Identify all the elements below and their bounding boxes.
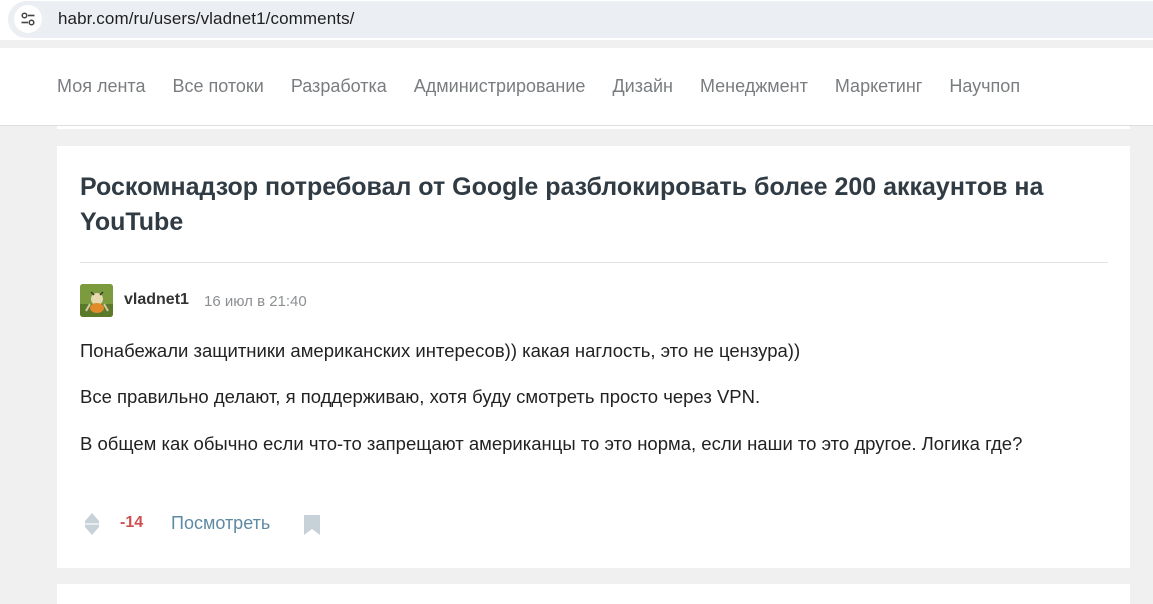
- comment-score: -14: [120, 514, 144, 531]
- nav-item-management[interactable]: Менеджмент: [700, 75, 808, 97]
- avatar[interactable]: [80, 284, 113, 317]
- comment-author[interactable]: vladnet1: [124, 291, 189, 309]
- view-comment-link[interactable]: Посмотреть: [171, 513, 270, 534]
- tune-icon[interactable]: [14, 5, 42, 33]
- divider: [80, 262, 1108, 263]
- nav-item-development[interactable]: Разработка: [291, 75, 387, 97]
- url-text[interactable]: habr.com/ru/users/vladnet1/comments/: [58, 9, 355, 29]
- article-title[interactable]: Роскомнадзор потребовал от Google разбло…: [80, 170, 1080, 240]
- comment-card: Роскомнадзор потребовал от Google разбло…: [57, 146, 1130, 568]
- browser-address-bar: habr.com/ru/users/vladnet1/comments/: [0, 0, 1153, 40]
- nav-item-design[interactable]: Дизайн: [612, 75, 673, 97]
- bookmark-icon[interactable]: [303, 514, 321, 541]
- comment-paragraph: Все правильно делают, я поддерживаю, хот…: [80, 386, 761, 407]
- next-card-edge: [57, 584, 1130, 604]
- nav-item-administration[interactable]: Администрирование: [414, 75, 586, 97]
- nav-item-marketing[interactable]: Маркетинг: [835, 75, 923, 97]
- previous-card-edge: [57, 126, 1130, 129]
- section-navigation: Моя лента Все потоки Разработка Админист…: [0, 48, 1153, 126]
- vote-diamond-icon[interactable]: [84, 512, 100, 541]
- comment-footer: -14 Посмотреть: [84, 510, 484, 538]
- nav-item-all-streams[interactable]: Все потоки: [172, 75, 263, 97]
- comment-paragraph: Понабежали защитники американских интере…: [80, 340, 801, 361]
- nav-item-my-feed[interactable]: Моя лента: [57, 75, 145, 97]
- comment-timestamp[interactable]: 16 июл в 21:40: [204, 293, 307, 310]
- comment-body: Понабежали защитники американских интере…: [80, 335, 1120, 475]
- nav-item-popsci[interactable]: Научпоп: [949, 75, 1020, 97]
- comment-paragraph: В общем как обычно если что-то запрещают…: [80, 433, 1023, 454]
